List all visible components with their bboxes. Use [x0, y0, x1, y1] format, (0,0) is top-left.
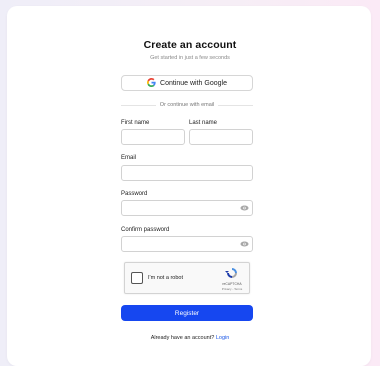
password-label: Password: [121, 191, 148, 197]
email-field[interactable]: [121, 165, 253, 181]
page-subtitle: Get started in just a few seconds: [150, 55, 230, 61]
last-name-input[interactable]: [189, 129, 253, 145]
divider-line-left: [121, 104, 156, 106]
recaptcha-widget: I'm not a robot reCAPTCHA Privacy - Term…: [124, 262, 250, 294]
login-link[interactable]: Login: [216, 335, 229, 341]
divider: Or continue with email: [121, 101, 254, 109]
login-prompt: Already have an account? Login: [0, 335, 380, 341]
divider-text: Or continue with email: [159, 102, 215, 108]
recaptcha-terms[interactable]: Privacy - Terms: [216, 287, 248, 291]
register-button[interactable]: Register: [121, 305, 253, 321]
recaptcha-logo-icon: [225, 268, 237, 278]
last-name-label: Last name: [189, 120, 218, 126]
password-field[interactable]: [121, 200, 253, 216]
first-name-input[interactable]: [121, 129, 185, 145]
divider-line-right: [218, 104, 254, 106]
page-title: Create an account: [143, 39, 237, 51]
recaptcha-checkbox[interactable]: [131, 272, 143, 284]
google-icon: [147, 77, 156, 89]
recaptcha-label: I'm not a robot: [148, 275, 183, 281]
eye-icon[interactable]: [240, 241, 249, 247]
first-name-label: First name: [121, 120, 150, 126]
login-prompt-text: Already have an account?: [150, 335, 215, 341]
continue-with-google-button[interactable]: Continue with Google: [121, 75, 253, 91]
confirm-password-field[interactable]: [121, 236, 253, 252]
recaptcha-brand: reCAPTCHA: [222, 282, 242, 286]
eye-icon[interactable]: [240, 205, 249, 211]
google-button-label: Continue with Google: [160, 79, 227, 87]
email-label: Email: [121, 155, 137, 161]
confirm-password-label: Confirm password: [121, 227, 170, 233]
